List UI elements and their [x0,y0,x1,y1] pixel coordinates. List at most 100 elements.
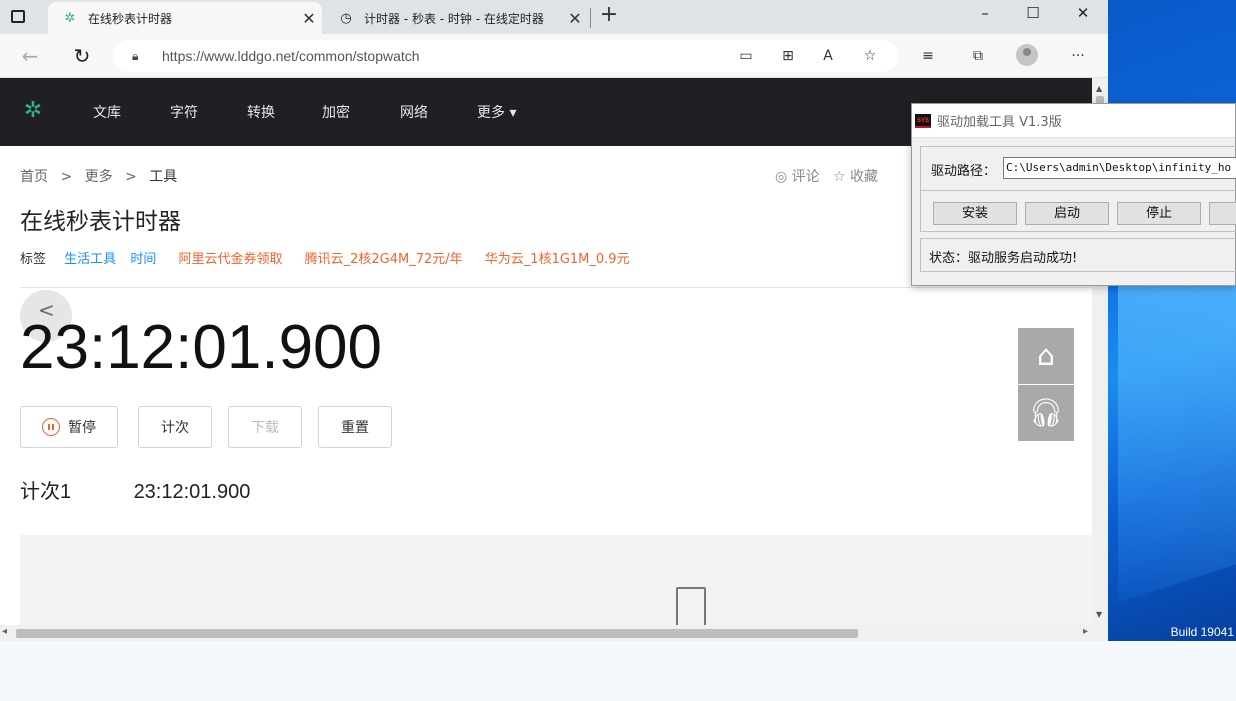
comment-link[interactable]: 评论 [792,169,820,185]
lap-button[interactable]: 计次 [138,406,212,448]
status-text: 状态：驱动服务启动成功! [929,251,1078,266]
install-button[interactable]: 安装 [933,202,1017,225]
maximize-button[interactable]: ☐ [1010,0,1056,30]
page-title: 在线秒表计时器 [20,209,181,235]
tags-label: 标签 [20,252,47,267]
star-icon[interactable]: ☆ [833,169,846,185]
content-placeholder [20,535,1092,625]
comment-icon[interactable]: ◎ [775,169,787,185]
scroll-thumb[interactable] [16,629,858,638]
read-aloud-icon[interactable]: A [816,44,840,68]
pause-label: 暂停 [68,420,96,436]
support-button[interactable]: 🎧︎ [1018,385,1074,441]
stop-button[interactable]: 停止 [1117,202,1201,225]
breadcrumb: 首页 > 更多 > 工具 [20,166,185,186]
collections-icon[interactable]: ⧉ [966,44,990,68]
nav-item-jiami[interactable]: 加密 [322,102,350,122]
tab-close-icon[interactable]: ✕ [296,9,322,28]
breadcrumb-sep: > [125,169,137,185]
build-watermark: Build 19041 [1170,625,1234,639]
add-favorite-icon[interactable]: ☆ [858,44,882,68]
tag-tencent[interactable]: 腾讯云_2核2G4M_72元/年 [305,252,463,267]
tab-title: 计时器 - 秒表 - 时钟 - 在线定时器 [364,11,544,26]
tab-timer[interactable]: ◷ 计时器 - 秒表 - 时钟 - 在线定时器 ✕ [324,2,588,34]
status-group: 状态：驱动服务启动成功! [920,238,1236,272]
tool-title: 驱动加载工具 V1.3版 [937,115,1062,130]
scroll-right-icon[interactable]: ▸ [1083,626,1088,637]
lock-icon[interactable]: 🔒︎ [132,49,148,64]
bottom-area [0,641,1236,701]
nav-item-wenku[interactable]: 文库 [93,102,121,122]
home-icon: ⌂ [1037,339,1055,372]
pause-icon [42,418,60,436]
driver-path-input[interactable]: C:\Users\admin\Desktop\infinity_ho [1003,157,1236,179]
path-group: 驱动路径： C:\Users\admin\Desktop\infinity_ho [920,146,1236,190]
scroll-down-icon[interactable]: ▼ [1096,610,1102,619]
headset-icon: 🎧︎ [1028,396,1064,429]
uninstall-button[interactable]: 卸 [1209,202,1236,225]
tab-bar: ✲ 在线秒表计时器 ✕ ◷ 计时器 - 秒表 - 时钟 - 在线定时器 ✕ + … [0,0,1108,34]
lap-name: 计次1 [20,481,72,503]
reset-label: 重置 [341,420,369,436]
start-button[interactable]: 启动 [1025,202,1109,225]
stopwatch-time: 23:12:01.900 [20,313,383,382]
apps-icon[interactable]: ⊞ [776,44,800,68]
browser-window: ✲ 在线秒表计时器 ✕ ◷ 计时器 - 秒表 - 时钟 - 在线定时器 ✕ + … [0,0,1108,641]
breadcrumb-home[interactable]: 首页 [20,169,48,185]
tab-stopwatch[interactable]: ✲ 在线秒表计时器 ✕ [48,2,322,34]
download-label: 下载 [251,420,279,436]
url-text: https://www.lddgo.net/common/stopwatch [162,48,420,64]
page-actions: ◎ 评论 ☆ 收藏 [775,166,878,186]
tab-separator [590,8,591,28]
driver-tool-window: SYS 驱动加载工具 V1.3版 驱动路径： C:\Users\admin\De… [911,103,1236,286]
desktop-wallpaper: Build 19041 [1108,0,1236,641]
scrollbar-corner [1092,625,1108,641]
refresh-button[interactable]: ↻ [68,42,96,70]
more-button[interactable]: ··· [1066,44,1090,68]
profile-avatar[interactable] [1016,44,1038,66]
tab-actions-icon[interactable] [8,7,28,27]
nav-item-more[interactable]: 更多 ▾ [477,102,516,122]
tag-list: 标签 生活工具 时间 阿里云代金券领取 腾讯云_2核2G4M_72元/年 华为云… [20,248,648,267]
breadcrumb-tools[interactable]: 工具 [149,169,177,185]
lap-time: 23:12:01.900 [133,481,251,503]
tool-titlebar[interactable]: SYS 驱动加载工具 V1.3版 [912,104,1235,138]
back-button[interactable]: ← [16,42,44,70]
tab-title: 在线秒表计时器 [88,11,173,26]
tag-life-tools[interactable]: 生活工具 [64,252,116,267]
lap-list: 计次1 23:12:01.900 [20,475,250,504]
browser-toolbar: ← ↻ 🔒︎ https://www.lddgo.net/common/stop… [0,34,1108,78]
clock-icon: ◷ [340,10,352,26]
pause-button[interactable]: 暂停 [20,406,118,448]
reading-mode-icon[interactable]: ▭ [734,44,758,68]
breadcrumb-sep: > [60,169,73,185]
tag-aliyun[interactable]: 阿里云代金券领取 [178,252,282,267]
reset-button[interactable]: 重置 [318,406,392,448]
scroll-up-icon[interactable]: ▲ [1096,84,1102,93]
favorite-link[interactable]: 收藏 [850,169,878,185]
document-icon [676,587,706,625]
horizontal-scrollbar[interactable]: ◂ ▸ [0,625,1092,641]
site-logo-icon[interactable]: ✲ [20,98,46,124]
tag-huawei[interactable]: 华为云_1核1G1M_0.9元 [485,252,630,267]
favorites-icon[interactable]: ≡ [916,44,940,68]
sys-app-icon: SYS [915,113,931,128]
nav-item-wangluo[interactable]: 网络 [400,102,428,122]
divider [20,287,1090,288]
nav-item-zhuanhuan[interactable]: 转换 [247,102,275,122]
lap-label: 计次 [161,420,189,436]
download-button[interactable]: 下载 [228,406,302,448]
close-window-button[interactable]: ✕ [1060,0,1106,30]
scroll-left-icon[interactable]: ◂ [2,626,7,637]
breadcrumb-more[interactable]: 更多 [85,169,113,185]
list-item: 计次1 23:12:01.900 [20,475,250,504]
site-logo-icon: ✲ [64,10,76,26]
button-group: 安装 启动 停止 卸 [920,190,1236,232]
tab-close-icon[interactable]: ✕ [562,9,588,28]
tag-time[interactable]: 时间 [130,252,156,267]
new-tab-button[interactable]: + [597,4,621,28]
home-button[interactable]: ⌂ [1018,328,1074,384]
nav-item-zifu[interactable]: 字符 [170,102,198,122]
minimize-button[interactable]: – [962,0,1008,30]
path-label: 驱动路径： [931,164,997,179]
